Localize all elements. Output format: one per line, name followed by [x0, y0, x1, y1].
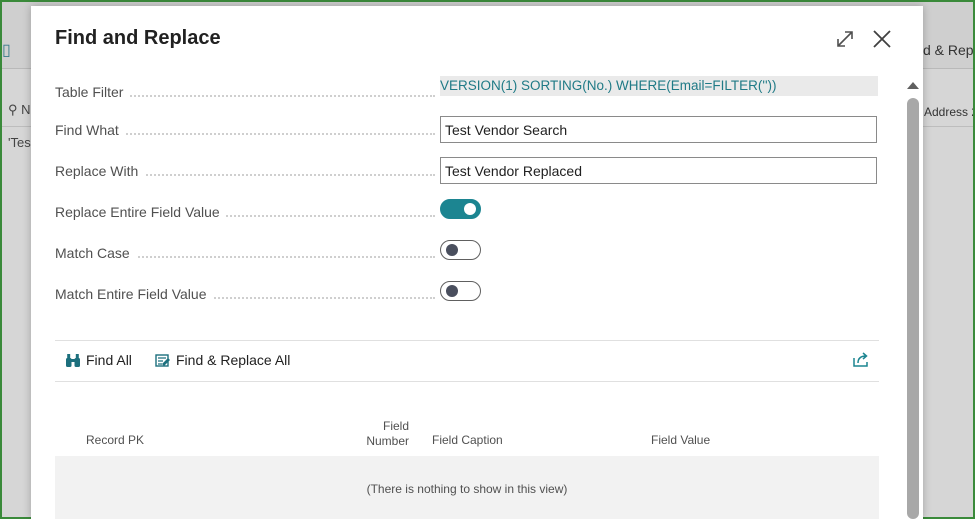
toggle-knob — [446, 244, 458, 256]
replace-entire-toggle[interactable] — [440, 199, 481, 219]
expand-icon[interactable] — [834, 28, 856, 50]
table-filter-value[interactable]: VERSION(1) SORTING(No.) WHERE(Email=FILT… — [440, 76, 878, 96]
find-what-input[interactable] — [440, 116, 877, 143]
find-replace-icon — [155, 354, 170, 367]
column-header-field-number[interactable]: Field Number — [351, 419, 409, 449]
find-what-row: Find What — [55, 116, 879, 146]
dialog-title: Find and Replace — [55, 27, 221, 49]
column-header-field-caption[interactable]: Field Caption — [432, 433, 503, 447]
column-header-field-value[interactable]: Field Value — [651, 433, 710, 447]
table-filter-label: Table Filter — [55, 84, 130, 100]
empty-message: (There is nothing to show in this view) — [366, 482, 568, 496]
results-list: (There is nothing to show in this view) — [55, 456, 879, 519]
toggle-knob — [446, 285, 458, 297]
match-case-toggle[interactable] — [440, 240, 481, 260]
find-all-label: Find All — [86, 352, 132, 368]
table-filter-row: Table Filter VERSION(1) SORTING(No.) WHE… — [55, 76, 879, 108]
match-entire-toggle[interactable] — [440, 281, 481, 301]
replace-with-row: Replace With — [55, 157, 879, 187]
column-header-field-number-line2: Number — [366, 434, 409, 448]
background-action: d & Rep — [923, 42, 973, 58]
find-replace-all-button[interactable]: Find & Replace All — [155, 352, 290, 368]
toggle-knob — [464, 203, 476, 215]
replace-with-input[interactable] — [440, 157, 877, 184]
replace-entire-row: Replace Entire Field Value — [55, 198, 879, 228]
find-all-button[interactable]: Find All — [65, 352, 132, 368]
find-replace-all-label: Find & Replace All — [176, 352, 291, 368]
scrollbar[interactable] — [906, 78, 920, 519]
binoculars-icon — [66, 354, 80, 367]
background-cell: 'Tes — [8, 135, 31, 150]
match-entire-label: Match Entire Field Value — [55, 286, 213, 302]
find-what-label: Find What — [55, 122, 125, 138]
scroll-thumb[interactable] — [907, 98, 919, 519]
background-column-header-address: Address 2 — [924, 105, 973, 119]
results-action-bar: Find All Find & Replace All — [55, 340, 879, 382]
find-replace-dialog: Find and Replace Table Filter VERSION(1)… — [31, 6, 923, 519]
replace-with-label: Replace With — [55, 163, 145, 179]
column-header-record-pk[interactable]: Record PK — [86, 433, 144, 447]
match-case-label: Match Case — [55, 245, 136, 261]
background-column-header: ⚲ N — [8, 102, 31, 117]
column-header-field-number-line1: Field — [382, 419, 409, 433]
background-page-icon: ▯ — [2, 42, 11, 59]
match-case-row: Match Case — [55, 239, 879, 269]
close-icon[interactable] — [870, 27, 894, 51]
replace-entire-label: Replace Entire Field Value — [55, 204, 226, 220]
match-entire-row: Match Entire Field Value — [55, 280, 879, 310]
share-icon[interactable] — [852, 352, 870, 373]
scroll-up-icon[interactable] — [907, 82, 919, 89]
